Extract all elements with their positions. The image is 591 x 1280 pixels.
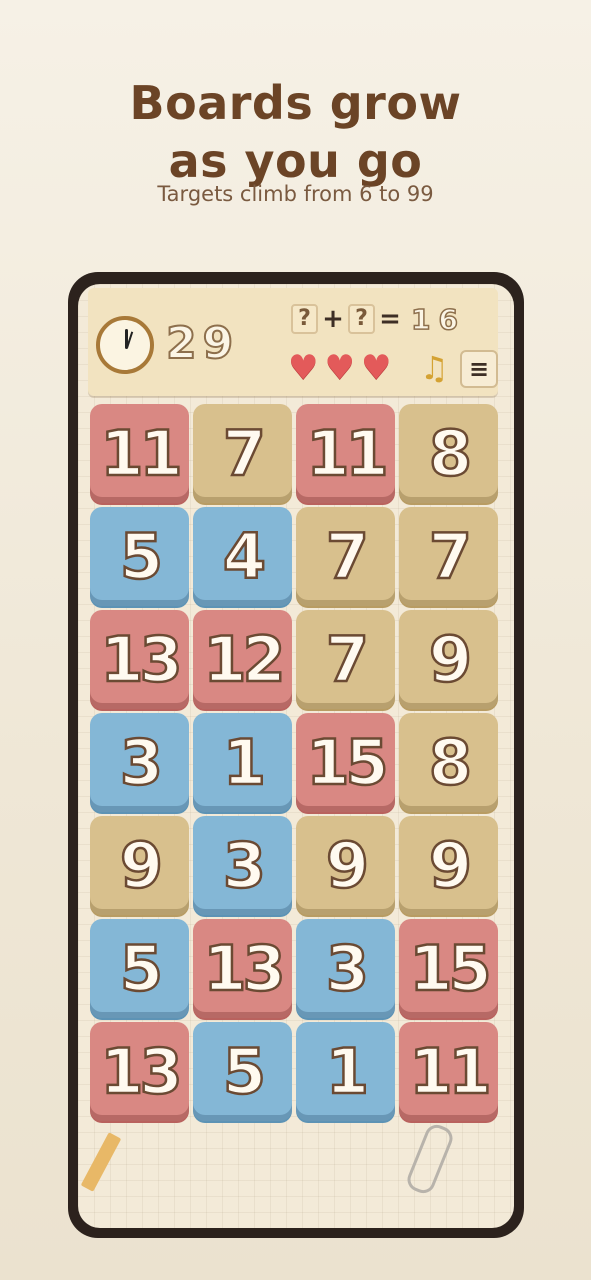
tile-number: 1 xyxy=(325,1034,371,1110)
tile-number: 3 xyxy=(119,725,165,801)
menu-button[interactable]: ≡ xyxy=(460,350,498,388)
phone-frame: 29 ? + ? = 16 ♥ ♥ ♥ ♫ ≡ 11 7 11 8 5 4 7 7 13 12 7 9… xyxy=(68,272,524,1238)
tile-number: 15 xyxy=(305,725,390,801)
target-sum: 16 xyxy=(410,302,466,337)
promo-headline: Boards grow as you go xyxy=(0,74,591,190)
tile-number: 11 xyxy=(305,416,390,492)
game-screen: 29 ? + ? = 16 ♥ ♥ ♥ ♫ ≡ 11 7 11 8 5 4 7 7 13 12 7 9… xyxy=(78,284,514,1228)
tile-number: 11 xyxy=(99,416,184,492)
number-tile[interactable]: 12 xyxy=(193,610,292,709)
number-tile[interactable]: 1 xyxy=(296,1022,395,1121)
timer-value: 29 xyxy=(165,317,240,370)
equation-slot-1: ? xyxy=(291,304,318,334)
number-tile[interactable]: 5 xyxy=(90,919,189,1018)
number-tile[interactable]: 7 xyxy=(399,507,498,606)
clock-icon xyxy=(96,316,154,374)
equation-slot-2: ? xyxy=(348,304,375,334)
tile-number: 13 xyxy=(202,931,287,1007)
tile-number: 11 xyxy=(408,1034,493,1110)
number-tile[interactable]: 9 xyxy=(399,816,498,915)
number-tile[interactable]: 4 xyxy=(193,507,292,606)
number-tile[interactable]: 7 xyxy=(296,507,395,606)
tile-number: 3 xyxy=(325,931,371,1007)
heart-icon: ♥ xyxy=(360,348,392,388)
tile-number: 7 xyxy=(325,519,371,595)
tile-number: 8 xyxy=(428,416,474,492)
number-tile[interactable]: 3 xyxy=(193,816,292,915)
heart-icon: ♥ xyxy=(288,348,319,388)
tile-number: 3 xyxy=(222,828,268,904)
tile-number: 9 xyxy=(428,828,474,904)
number-tile[interactable]: 13 xyxy=(193,919,292,1018)
tile-number: 9 xyxy=(119,828,165,904)
tile-number: 5 xyxy=(222,1034,268,1110)
number-tile[interactable]: 15 xyxy=(399,919,498,1018)
number-tile[interactable]: 8 xyxy=(399,713,498,812)
tile-number: 9 xyxy=(428,622,474,698)
target-equation: ? + ? = 16 xyxy=(291,302,466,337)
game-hud: 29 ? + ? = 16 ♥ ♥ ♥ ♫ ≡ xyxy=(88,288,498,396)
number-tile[interactable]: 13 xyxy=(90,610,189,709)
tile-number: 7 xyxy=(325,622,371,698)
number-tile[interactable]: 9 xyxy=(296,816,395,915)
number-tile[interactable]: 1 xyxy=(193,713,292,812)
number-tile[interactable]: 9 xyxy=(399,610,498,709)
tile-number: 5 xyxy=(119,519,165,595)
heart-icon: ♥ xyxy=(324,348,355,388)
equals-sign: = xyxy=(379,304,401,334)
tile-number: 13 xyxy=(99,622,184,698)
headline-line-1: Boards grow xyxy=(129,76,462,130)
tile-number: 9 xyxy=(325,828,371,904)
number-tile[interactable]: 11 xyxy=(90,404,189,503)
music-note-icon[interactable]: ♫ xyxy=(420,348,449,388)
number-tile[interactable]: 7 xyxy=(296,610,395,709)
tile-number: 15 xyxy=(408,931,493,1007)
lives-display: ♥ ♥ ♥ xyxy=(288,348,391,388)
number-tile[interactable]: 8 xyxy=(399,404,498,503)
number-tile[interactable]: 15 xyxy=(296,713,395,812)
number-tile[interactable]: 7 xyxy=(193,404,292,503)
number-board: 11 7 11 8 5 4 7 7 13 12 7 9 3 1 15 8 9 3 9 9 5 13 3 15 13 5 1 11 xyxy=(90,404,500,1121)
tile-number: 8 xyxy=(428,725,474,801)
pencil-decoration xyxy=(80,1132,122,1192)
number-tile[interactable]: 5 xyxy=(193,1022,292,1121)
number-tile[interactable]: 3 xyxy=(90,713,189,812)
tile-number: 1 xyxy=(222,725,268,801)
number-tile[interactable]: 13 xyxy=(90,1022,189,1121)
tile-number: 12 xyxy=(202,622,287,698)
tile-number: 7 xyxy=(222,416,268,492)
number-tile[interactable]: 5 xyxy=(90,507,189,606)
promo-subtitle: Targets climb from 6 to 99 xyxy=(157,182,434,206)
paperclip-decoration xyxy=(403,1121,457,1197)
plus-sign: + xyxy=(322,304,344,334)
tile-number: 13 xyxy=(99,1034,184,1110)
number-tile[interactable]: 11 xyxy=(399,1022,498,1121)
tile-number: 4 xyxy=(222,519,268,595)
tile-number: 5 xyxy=(119,931,165,1007)
tile-number: 7 xyxy=(428,519,474,595)
number-tile[interactable]: 3 xyxy=(296,919,395,1018)
number-tile[interactable]: 11 xyxy=(296,404,395,503)
number-tile[interactable]: 9 xyxy=(90,816,189,915)
